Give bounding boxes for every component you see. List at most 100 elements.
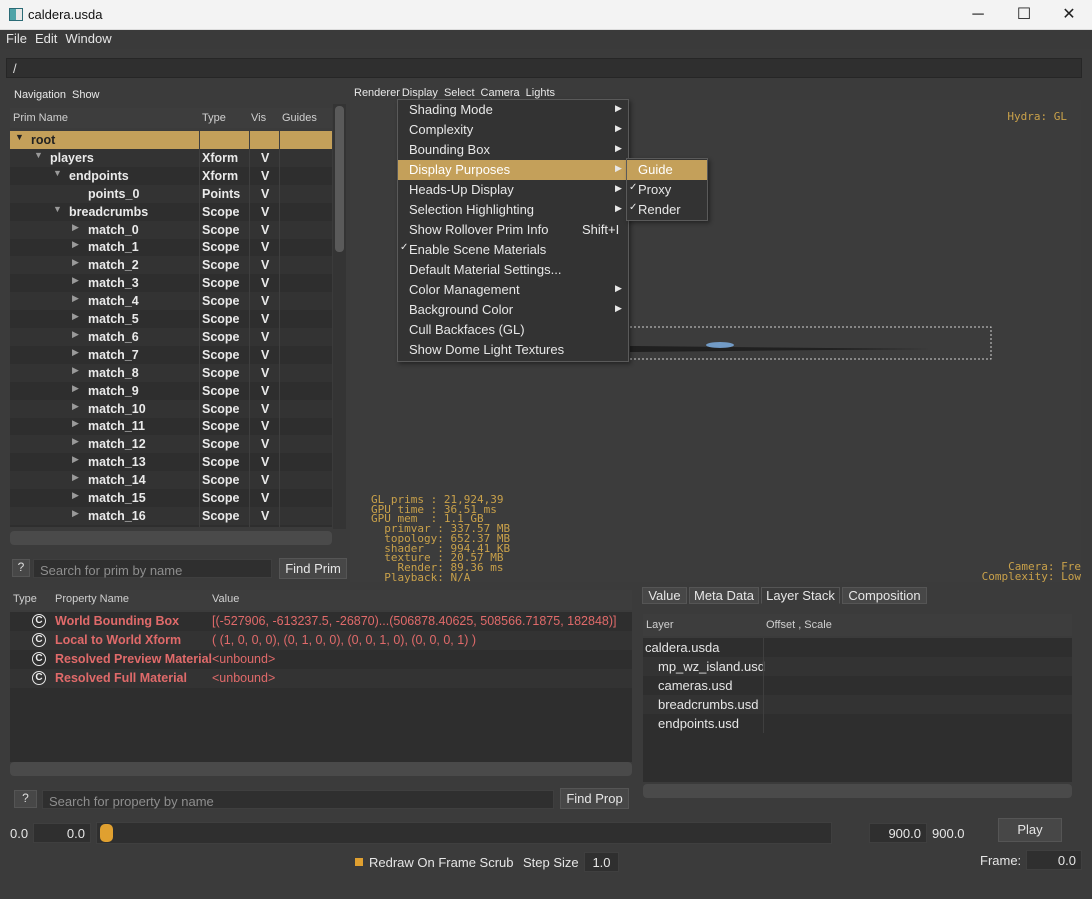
prim-visibility-toggle[interactable]: V [261, 312, 269, 326]
tree-row[interactable]: ▶ match_0 Scope V [10, 221, 332, 239]
prim-visibility-toggle[interactable]: V [261, 294, 269, 308]
display-menu-item[interactable]: Background Color ▶ [398, 300, 628, 320]
step-size-field[interactable]: 1.0 [584, 852, 619, 872]
header-property-name[interactable]: Property Name [55, 593, 129, 605]
tree-row[interactable]: ▶ match_9 Scope V [10, 382, 332, 400]
menu-window[interactable]: Window [59, 30, 113, 46]
prim-visibility-toggle[interactable]: V [261, 187, 269, 201]
prim-visibility-toggle[interactable]: V [261, 276, 269, 290]
menu-show[interactable]: Show [72, 89, 100, 101]
tree-row[interactable]: ▶ match_3 Scope V [10, 274, 332, 292]
expand-arrow-icon[interactable]: ▶ [72, 222, 79, 233]
layer-row[interactable]: breadcrumbs.usd [643, 695, 1072, 714]
tree-row[interactable]: ▶ match_8 Scope V [10, 364, 332, 382]
property-row[interactable]: C World Bounding Box [(-527906, -613237.5,… [10, 612, 632, 631]
prim-visibility-toggle[interactable]: V [261, 419, 269, 433]
display-menu-item[interactable]: Display Purposes ▶ [398, 160, 628, 180]
prim-visibility-toggle[interactable]: V [261, 240, 269, 254]
menu-display[interactable]: Display [402, 87, 438, 99]
header-guides[interactable]: Guides [282, 112, 317, 124]
close-button[interactable]: ✕ [1046, 0, 1092, 30]
path-field[interactable]: / [6, 58, 1082, 78]
header-offset-scale[interactable]: Offset , Scale [766, 619, 832, 631]
expand-arrow-icon[interactable]: ▶ [72, 508, 79, 519]
find-prop-button[interactable]: Find Prop [560, 788, 629, 809]
layer-row[interactable]: caldera.usda [643, 638, 1072, 657]
header-type[interactable]: Type [13, 593, 37, 605]
prim-search-help-button[interactable]: ? [12, 559, 30, 577]
header-prim-name[interactable]: Prim Name [13, 112, 68, 124]
tab-value[interactable]: Value [642, 587, 687, 604]
display-menu-item[interactable]: Bounding Box ▶ [398, 140, 628, 160]
purpose-menu-item[interactable]: ✓ Proxy [627, 180, 707, 200]
prim-visibility-toggle[interactable]: V [261, 348, 269, 362]
menu-lights[interactable]: Lights [526, 87, 555, 99]
purpose-menu-item[interactable]: ✓ Render [627, 200, 707, 220]
display-menu-item[interactable]: Cull Backfaces (GL) [398, 320, 628, 340]
expand-arrow-icon[interactable]: ▶ [72, 275, 79, 286]
expand-arrow-icon[interactable]: ▶ [72, 257, 79, 268]
tree-row[interactable]: ▼ endpoints Xform V [10, 167, 332, 185]
menu-file[interactable]: File [0, 30, 29, 46]
prim-visibility-toggle[interactable]: V [261, 258, 269, 272]
prim-visibility-toggle[interactable]: V [261, 473, 269, 487]
frame-field[interactable]: 0.0 [1026, 850, 1082, 870]
property-hscrollbar[interactable] [10, 762, 632, 776]
menu-edit[interactable]: Edit [29, 30, 59, 46]
menu-renderer[interactable]: Renderer [354, 87, 400, 99]
expand-arrow-icon[interactable]: ▶ [72, 418, 79, 429]
expand-arrow-icon[interactable]: ▶ [72, 347, 79, 358]
expand-arrow-icon[interactable]: ▶ [72, 311, 79, 322]
expand-arrow-icon[interactable]: ▶ [72, 329, 79, 340]
display-menu-item[interactable]: Heads-Up Display ▶ [398, 180, 628, 200]
prim-visibility-toggle[interactable]: V [261, 169, 269, 183]
display-menu-item[interactable]: ✓ Enable Scene Materials [398, 240, 628, 260]
tree-row[interactable]: ▶ match_6 Scope V [10, 328, 332, 346]
tree-row[interactable]: ▶ match_2 Scope V [10, 256, 332, 274]
maximize-button[interactable]: ☐ [1001, 0, 1047, 30]
layer-row[interactable]: cameras.usd [643, 676, 1072, 695]
tree-row[interactable]: ▶ match_16 Scope V [10, 507, 332, 525]
collapse-arrow-icon[interactable]: ▼ [53, 168, 62, 178]
menu-navigation[interactable]: Navigation [14, 89, 66, 101]
collapse-arrow-icon[interactable]: ▼ [53, 204, 62, 214]
tab-composition[interactable]: Composition [842, 587, 927, 604]
menu-select[interactable]: Select [444, 87, 475, 99]
prim-visibility-toggle[interactable]: V [261, 151, 269, 165]
prim-visibility-toggle[interactable]: V [261, 366, 269, 380]
minimize-button[interactable]: ─ [955, 0, 1001, 30]
header-vis[interactable]: Vis [251, 112, 266, 124]
prim-visibility-toggle[interactable]: V [261, 491, 269, 505]
tree-row[interactable]: ▶ match_5 Scope V [10, 310, 332, 328]
tree-row[interactable]: ▶ match_7 Scope V [10, 346, 332, 364]
display-menu-item[interactable]: Complexity ▶ [398, 120, 628, 140]
expand-arrow-icon[interactable]: ▶ [72, 454, 79, 465]
tree-row[interactable]: ▶ match_11 Scope V [10, 417, 332, 435]
property-row[interactable]: C Resolved Full Material <unbound> [10, 669, 632, 688]
menu-camera[interactable]: Camera [481, 87, 520, 99]
prop-search-help-button[interactable]: ? [14, 790, 37, 808]
tree-row[interactable]: ▶ match_15 Scope V [10, 489, 332, 507]
display-menu-item[interactable]: Default Material Settings... [398, 260, 628, 280]
header-layer[interactable]: Layer [646, 619, 674, 631]
tree-row[interactable]: ▶ match_12 Scope V [10, 435, 332, 453]
display-menu-item[interactable]: Show Rollover Prim Info Shift+I [398, 220, 628, 240]
expand-arrow-icon[interactable]: ▶ [72, 401, 79, 412]
display-menu-item[interactable]: Selection Highlighting ▶ [398, 200, 628, 220]
end-frame-field[interactable]: 900.0 [869, 823, 927, 843]
property-row[interactable]: C Local to World Xform ( (1, 0, 0, 0), (0,… [10, 631, 632, 650]
collapse-arrow-icon[interactable]: ▼ [34, 150, 43, 160]
prim-visibility-toggle[interactable]: V [261, 437, 269, 451]
layer-hscrollbar[interactable] [643, 784, 1072, 798]
expand-arrow-icon[interactable]: ▶ [72, 383, 79, 394]
play-button[interactable]: Play [998, 818, 1062, 842]
tree-row[interactable]: ▶ match_14 Scope V [10, 471, 332, 489]
prim-visibility-toggle[interactable]: V [261, 455, 269, 469]
tree-row[interactable]: ▼ players Xform V [10, 149, 332, 167]
tree-row[interactable]: ▼ root [10, 131, 332, 149]
tab-meta-data[interactable]: Meta Data [689, 587, 759, 604]
property-row[interactable]: C Resolved Preview Material <unbound> [10, 650, 632, 669]
layer-row[interactable]: endpoints.usd [643, 714, 1072, 733]
tree-row[interactable]: ▼ breadcrumbs Scope V [10, 203, 332, 221]
tree-row[interactable]: points_0 Points V [10, 185, 332, 203]
